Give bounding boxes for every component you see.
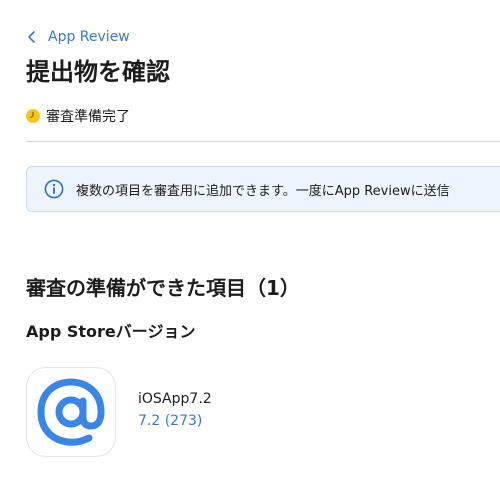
review-submission-page: App Review 提出物を確認 審査準備完了 複数の項目を審査用に追加できま… bbox=[0, 0, 500, 501]
status-badge: 審査準備完了 bbox=[26, 106, 130, 126]
app-version-item[interactable]: iOSApp7.2 7.2 (273) bbox=[26, 367, 500, 459]
app-name: iOSApp7.2 bbox=[138, 391, 212, 407]
at-sign-icon bbox=[37, 378, 105, 446]
clock-status-icon bbox=[26, 109, 40, 123]
ready-items-heading: 審査の準備ができた項目（1） bbox=[26, 276, 300, 300]
info-banner: 複数の項目を審査用に追加できます。一度にApp Reviewに送信 bbox=[26, 166, 500, 212]
app-version-link[interactable]: 7.2 (273) bbox=[138, 413, 202, 429]
back-link-label: App Review bbox=[48, 29, 130, 45]
app-store-version-heading: App Storeバージョン bbox=[26, 322, 196, 341]
info-banner-text: 複数の項目を審査用に追加できます。一度にApp Reviewに送信 bbox=[76, 183, 450, 199]
info-icon bbox=[44, 179, 64, 199]
app-icon bbox=[26, 367, 116, 457]
header-divider bbox=[26, 141, 500, 142]
chevron-left-icon bbox=[28, 31, 35, 43]
page-title: 提出物を確認 bbox=[26, 58, 170, 86]
status-text: 審査準備完了 bbox=[46, 109, 130, 125]
back-to-app-review-link[interactable]: App Review bbox=[26, 26, 130, 48]
